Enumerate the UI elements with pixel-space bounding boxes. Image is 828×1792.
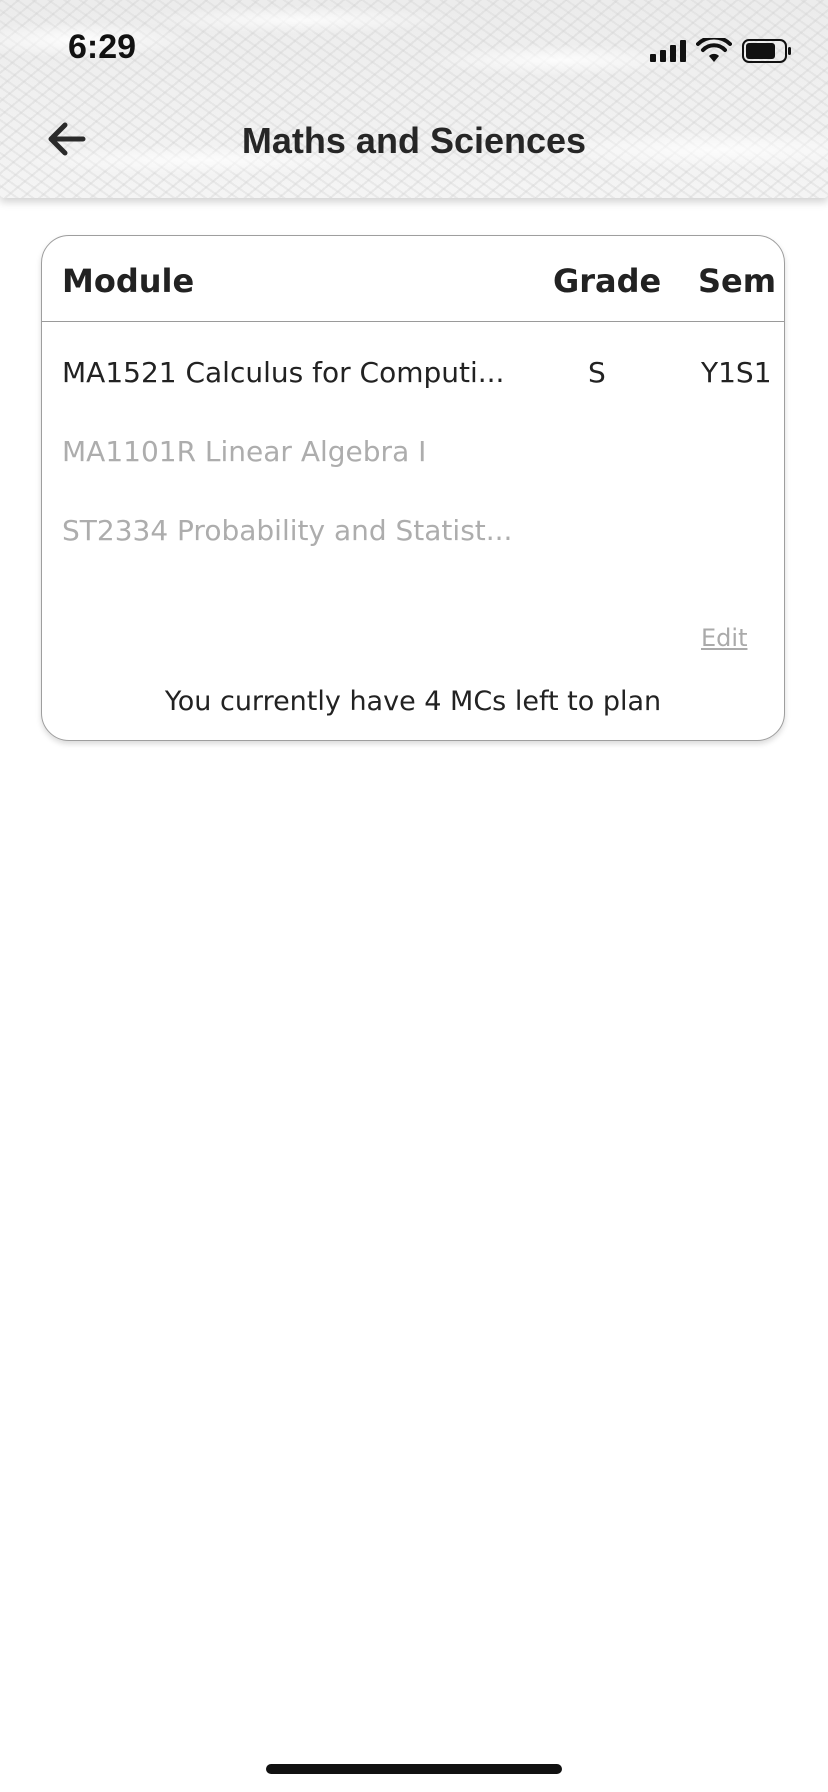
wifi-icon (696, 38, 732, 62)
module-name: MA1521 Calculus for Computi... (62, 356, 505, 389)
table-row[interactable]: MA1101R Linear Algebra I (42, 435, 784, 485)
edit-link[interactable]: Edit (701, 624, 747, 652)
status-time: 6:29 (68, 28, 137, 66)
column-header-grade: Grade (553, 262, 662, 300)
mcs-left-note: You currently have 4 MCs left to plan (164, 686, 662, 717)
home-indicator[interactable] (266, 1764, 562, 1774)
modules-card: Module Grade Sem MA1521 Calculus for Com… (41, 235, 785, 741)
table-row[interactable]: ST2334 Probability and Statist... (42, 514, 784, 564)
table-row[interactable]: MA1521 Calculus for Computi... S Y1S1 (42, 356, 784, 406)
table-header: Module Grade Sem (42, 236, 784, 322)
header-bar: 6:29 Maths and Sciences (0, 0, 828, 198)
column-header-module: Module (62, 262, 195, 300)
battery-icon (742, 39, 791, 63)
module-sem: Y1S1 (701, 356, 772, 389)
column-header-sem: Sem (698, 262, 777, 300)
module-name: MA1101R Linear Algebra I (62, 435, 427, 468)
module-grade: S (588, 356, 606, 389)
module-name: ST2334 Probability and Statist... (62, 514, 513, 547)
status-icons (650, 36, 792, 66)
cellular-signal-icon (650, 40, 686, 62)
page-title: Maths and Sciences (241, 120, 587, 161)
